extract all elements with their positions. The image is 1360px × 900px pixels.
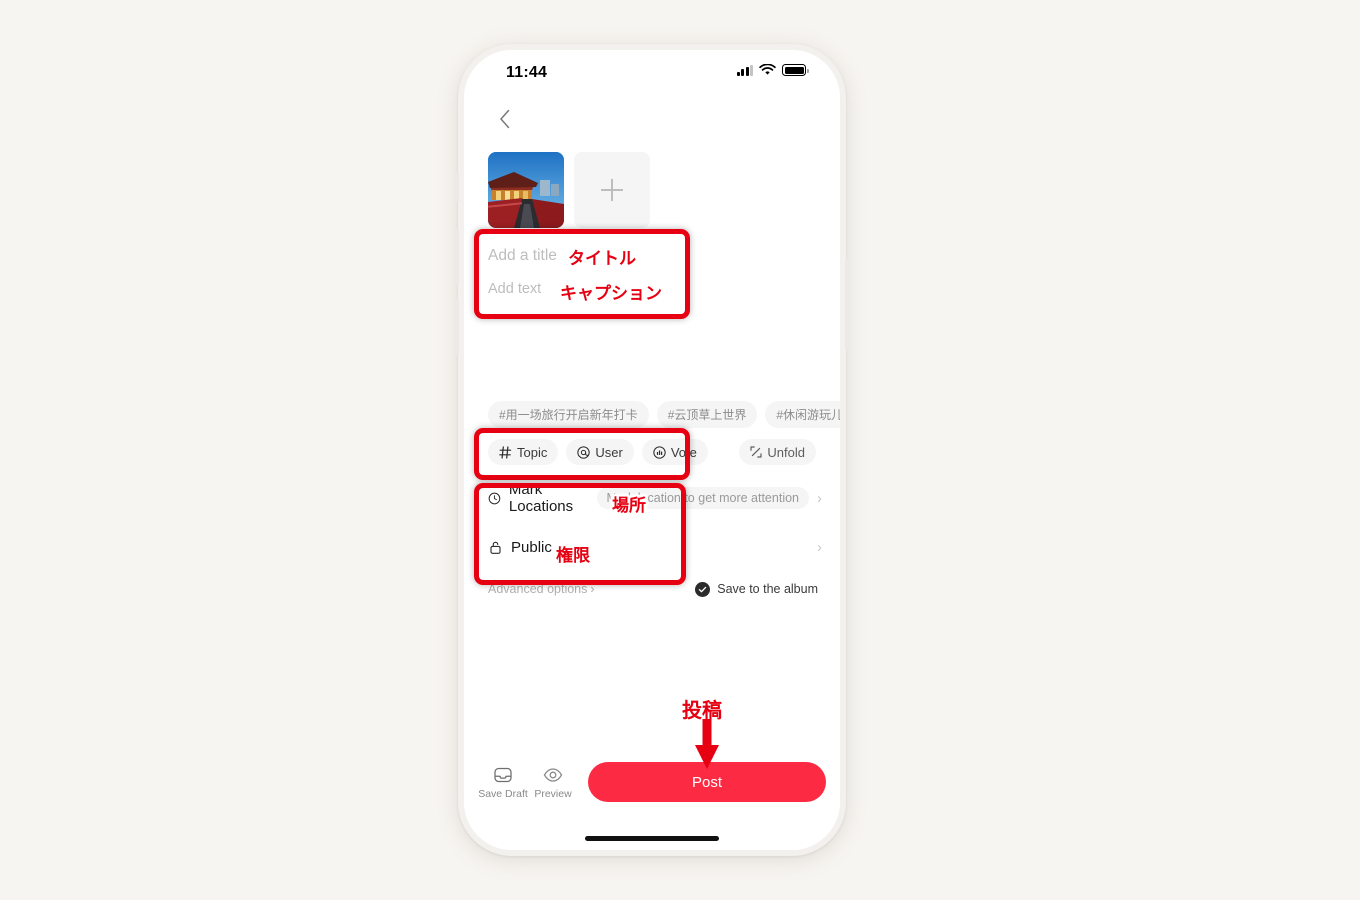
annotation-label-place: 場所 [612,496,646,516]
home-indicator [585,836,719,841]
title-input[interactable]: Add a title [488,247,557,265]
advanced-options-label: Advanced options [488,582,588,596]
annotation-label-title: タイトル [568,249,636,269]
topic-tag[interactable]: #用一场旅行开启新年打卡 [488,401,649,428]
phone-bezel: 11:44 Add a title Add text #用一场旅行开启新年打卡 … [464,50,840,850]
plus-icon [601,179,623,201]
privacy-label-group: Public [488,539,552,556]
unfold-icon [750,446,763,458]
chevron-right-icon: › [590,582,595,596]
mark-locations-label-group: Mark Locations [488,481,597,515]
annotation-label-permission: 権限 [556,546,590,566]
add-media-button[interactable] [574,152,650,228]
topic-tag[interactable]: #云顶草上世界 [656,401,758,428]
eye-icon [543,767,563,782]
phone-frame: 11:44 Add a title Add text #用一场旅行开启新年打卡 … [454,44,850,856]
app-screen: 11:44 Add a title Add text #用一场旅行开启新年打卡 … [464,50,840,850]
chevron-left-icon [500,109,510,129]
annotation-label-caption: キャプション [560,284,662,304]
insert-topic-button[interactable]: Topic [488,439,559,465]
battery-icon [782,64,809,76]
location-pin-icon [488,492,501,504]
insert-topic-label: Topic [517,444,548,460]
unfold-button[interactable]: Unfold [739,439,816,465]
annotation-arrow-down-icon [695,719,719,769]
hash-icon [499,445,512,459]
nav-bar [464,98,840,142]
advanced-row: Advanced options › Save to the album [488,578,818,600]
chevron-right-icon: › [817,489,822,507]
power-button[interactable] [845,259,850,351]
caption-input[interactable]: Add text [488,281,541,297]
bottom-action-bar: Save Draft Preview Post [464,754,840,810]
privacy-label: Public [511,538,552,556]
media-row [488,152,650,228]
temple-photo-thumbnail [488,152,564,228]
insert-toolbar: Topic User Vote [488,439,708,465]
volume-up-button[interactable] [454,229,459,285]
inbox-tray-icon [494,767,512,782]
back-button[interactable] [490,104,520,134]
topic-tag[interactable]: #休闲游玩儿 [765,401,840,428]
insert-vote-label: Vote [670,444,697,460]
wifi-icon [759,64,776,75]
lock-icon [490,541,501,554]
advanced-options-button[interactable]: Advanced options › [488,582,595,596]
insert-vote-button[interactable]: Vote [641,439,708,465]
save-to-album-label: Save to the album [717,582,818,596]
signal-bars-icon [736,64,753,76]
save-draft-button[interactable]: Save Draft [478,765,528,800]
volume-down-button[interactable] [454,299,459,355]
silent-switch-button[interactable] [455,172,459,202]
vote-icon [653,445,666,459]
topic-tags-scroller[interactable]: #用一场旅行开启新年打卡 #云顶草上世界 #休闲游玩儿 # [488,401,840,428]
save-draft-label: Save Draft [478,787,528,800]
status-icons [736,64,809,76]
unfold-label: Unfold [767,444,805,460]
mark-locations-label: Mark Locations [508,481,574,515]
image-thumbnail[interactable] [488,152,564,228]
privacy-row[interactable]: Public › [488,530,822,564]
save-to-album-toggle[interactable]: Save to the album [695,581,818,597]
at-icon [577,445,591,459]
insert-user-label: User [595,444,623,460]
status-time: 11:44 [506,64,548,81]
mark-locations-row[interactable]: Mark Locations Mark location to get more… [488,481,822,515]
status-bar: 11:44 [464,50,840,98]
check-icon [695,581,711,597]
chevron-right-icon: › [817,538,822,556]
insert-user-button[interactable]: User [566,439,634,465]
preview-label: Preview [534,787,572,800]
preview-button[interactable]: Preview [528,765,578,800]
